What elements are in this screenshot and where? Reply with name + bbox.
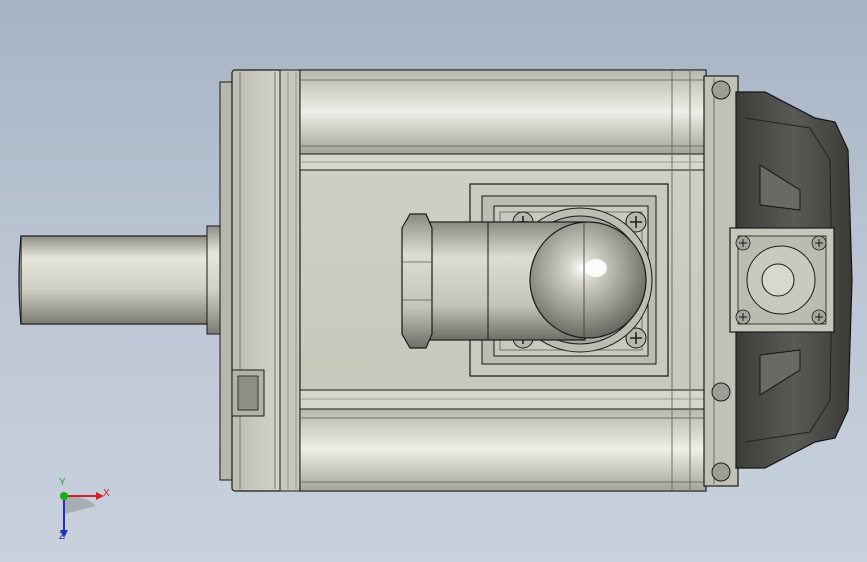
axis-label-z: Z xyxy=(59,531,66,542)
axis-label-y: Y xyxy=(59,477,66,488)
graphics-viewport[interactable]: X Y Z xyxy=(0,0,867,562)
cable-hex-nut[interactable] xyxy=(401,213,433,349)
cable-elbow[interactable] xyxy=(424,221,647,341)
motor-shaft[interactable] xyxy=(18,225,222,335)
orientation-triad[interactable]: X Y Z xyxy=(40,478,120,548)
encoder-connector[interactable] xyxy=(729,227,835,333)
servo-motor-model[interactable] xyxy=(0,0,867,562)
axis-label-x: X xyxy=(103,488,110,499)
front-flange[interactable] xyxy=(219,69,305,492)
